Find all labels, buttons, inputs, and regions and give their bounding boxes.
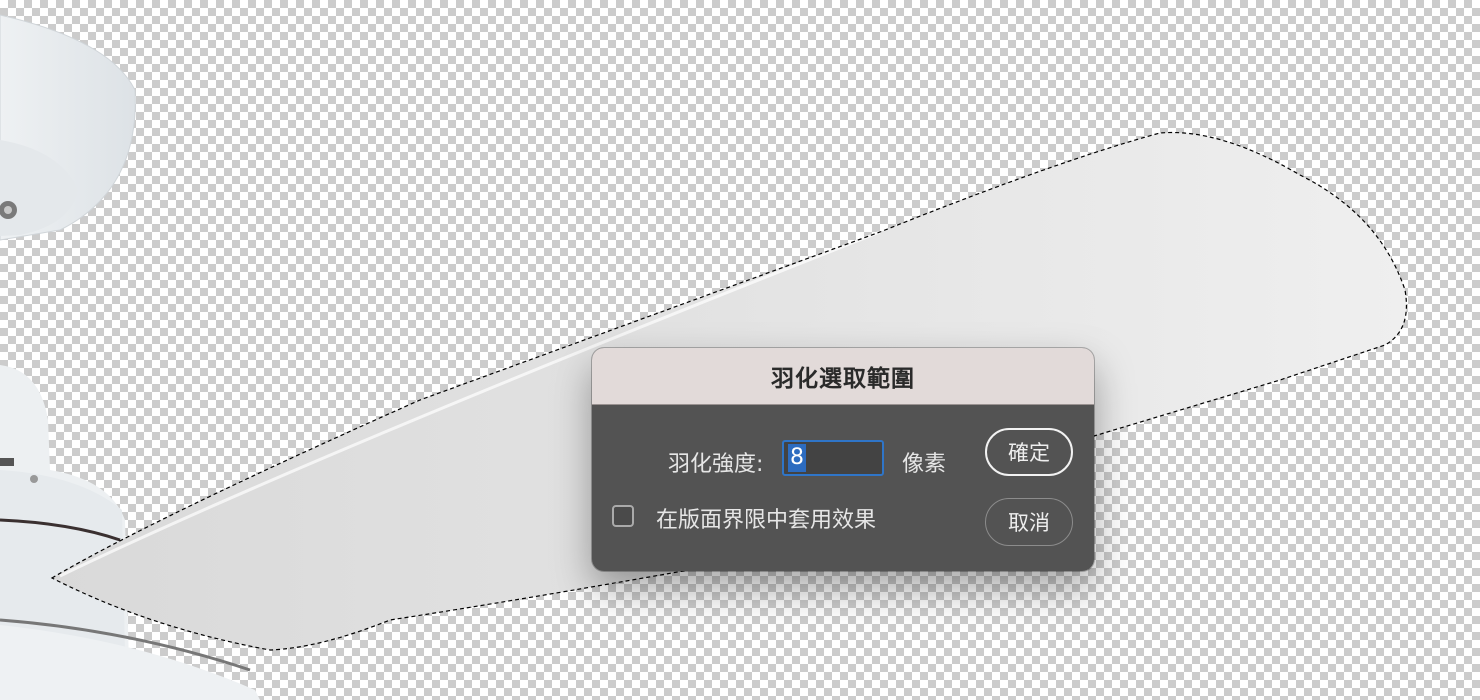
feather-radius-value: 8	[788, 444, 806, 472]
fan-canopy	[0, 14, 136, 241]
ok-button[interactable]: 確定	[985, 428, 1073, 476]
apply-canvas-bounds-label[interactable]: 在版面界限中套用效果	[656, 502, 876, 534]
feather-radius-input[interactable]: 8	[782, 440, 884, 476]
unit-label: 像素	[902, 452, 947, 477]
cancel-button[interactable]: 取消	[985, 498, 1073, 546]
apply-canvas-bounds-checkbox[interactable]	[612, 505, 634, 527]
feather-radius-label: 羽化強度:	[668, 452, 764, 477]
feather-selection-dialog: 羽化選取範圍 羽化強度: 8 像素 在版面界限中套用效果 確定 取消	[592, 348, 1094, 571]
dialog-title: 羽化選取範圍	[771, 366, 915, 392]
dialog-titlebar[interactable]: 羽化選取範圍	[592, 348, 1094, 405]
